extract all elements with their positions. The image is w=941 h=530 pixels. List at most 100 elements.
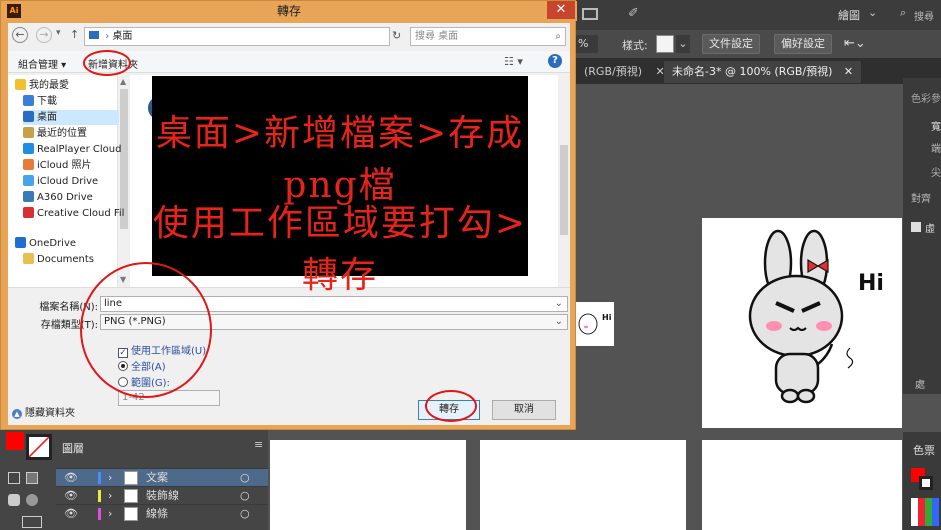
- search-icon[interactable]: ⌕: [900, 6, 906, 20]
- layer-row[interactable]: 👁 › 文案 ○: [56, 468, 268, 486]
- artboard-tool-icon[interactable]: [22, 516, 42, 528]
- eye-icon[interactable]: 👁: [64, 487, 78, 505]
- stroke-swatch[interactable]: [919, 476, 933, 490]
- nav-item[interactable]: iCloud Drive: [23, 174, 98, 189]
- nav-item[interactable]: A360 Drive: [23, 190, 93, 205]
- organize-button[interactable]: 組合管理 ▾: [18, 56, 66, 71]
- forward-icon[interactable]: →: [36, 27, 52, 43]
- filename-input[interactable]: line ⌄: [100, 296, 568, 312]
- eye-icon[interactable]: 👁: [64, 469, 78, 487]
- cancel-button[interactable]: 取消: [492, 400, 556, 420]
- search-box[interactable]: 搜尋 桌面 ⌕: [410, 27, 566, 46]
- artboard-bottom-2[interactable]: [480, 440, 686, 530]
- nav-item[interactable]: Documents: [23, 252, 94, 267]
- use-artboards-label: 使用工作區域(U): [131, 346, 207, 357]
- nav-folder-icon: [23, 175, 34, 186]
- new-folder-button[interactable]: 新增資料夾: [88, 56, 138, 71]
- view-options-icon[interactable]: ☷ ▾: [504, 55, 523, 68]
- dashed-line-checkbox[interactable]: [911, 222, 921, 232]
- stroke-color-box[interactable]: [26, 434, 52, 460]
- nav-item[interactable]: iCloud 照片: [23, 158, 92, 173]
- nav-item-label: 下載: [37, 96, 57, 107]
- style-swatch[interactable]: [656, 35, 674, 53]
- nav-item[interactable]: Creative Cloud Fil: [23, 206, 124, 221]
- draw-mode-icon[interactable]: [8, 472, 20, 484]
- target-icon[interactable]: ○: [240, 487, 250, 505]
- use-artboards-option[interactable]: ✓ 使用工作區域(U): [118, 342, 206, 358]
- workspace-grid-icon[interactable]: [582, 8, 598, 20]
- search-label[interactable]: 搜尋: [914, 8, 934, 23]
- save-button[interactable]: 轉存: [418, 400, 480, 420]
- nav-item[interactable]: 最近的位置: [23, 126, 87, 141]
- stroke-panel: 色彩參 寬 端 尖 對齊 虛 處: [903, 78, 941, 394]
- screen-mode-icon[interactable]: [26, 472, 38, 484]
- refresh-icon[interactable]: ↻: [392, 29, 401, 42]
- back-icon[interactable]: ←: [12, 27, 28, 43]
- eye-icon[interactable]: 👁: [64, 505, 78, 523]
- expand-arrow-icon[interactable]: ›: [108, 487, 112, 505]
- document-settings-button[interactable]: 文件設定: [702, 34, 760, 54]
- layer-color-chip: [98, 490, 101, 502]
- nav-item[interactable]: 我的最愛: [15, 78, 69, 93]
- target-icon[interactable]: ○: [240, 469, 250, 487]
- use-artboards-checkbox[interactable]: ✓: [118, 348, 128, 358]
- file-scroll-thumb[interactable]: [560, 145, 568, 235]
- scroll-up-icon[interactable]: ▲: [120, 77, 126, 86]
- close-button[interactable]: ✕: [547, 1, 575, 19]
- help-icon[interactable]: ?: [548, 54, 562, 68]
- range-radio[interactable]: [118, 377, 128, 387]
- artboard-small[interactable]: Hi: [576, 302, 614, 346]
- filetype-select[interactable]: PNG (*.PNG) ⌄: [100, 314, 568, 330]
- swatches-tab[interactable]: 色票: [913, 442, 935, 458]
- all-artboards-option[interactable]: 全部(A): [118, 358, 166, 373]
- close-icon[interactable]: ✕: [844, 65, 853, 78]
- up-icon[interactable]: ↑: [70, 28, 79, 41]
- layer-thumbnail: [124, 507, 138, 521]
- filetype-label: 存檔類型(T):: [40, 320, 98, 331]
- target-icon[interactable]: ○: [240, 505, 250, 523]
- artboard-bottom-1[interactable]: [270, 440, 466, 530]
- hi-text: Hi: [858, 271, 884, 296]
- stroke-weight-label: 寬: [931, 122, 941, 133]
- arrange-icon[interactable]: ⇤⌄: [844, 36, 866, 51]
- scroll-down-icon[interactable]: ▼: [120, 275, 126, 284]
- nav-item[interactable]: 下載: [23, 94, 57, 109]
- preferences-button[interactable]: 偏好設定: [774, 34, 832, 54]
- fill-color-box[interactable]: [6, 432, 24, 450]
- workspace-switcher[interactable]: 繪圖: [838, 7, 860, 23]
- nav-scrollbar[interactable]: ▲ ▼: [118, 75, 130, 287]
- expand-arrow-icon[interactable]: ›: [108, 469, 112, 487]
- layer-name[interactable]: 線條: [146, 505, 168, 523]
- path-segment[interactable]: 桌面: [112, 31, 132, 42]
- layer-name[interactable]: 裝飾線: [146, 487, 179, 505]
- layer-row[interactable]: 👁 › 線條 ○: [56, 504, 268, 522]
- swatch-grid[interactable]: [911, 498, 939, 526]
- stroke-align-label: 對齊: [911, 194, 931, 205]
- tab-document-2[interactable]: (RGB/預視) ✕: [576, 61, 673, 83]
- layers-tab[interactable]: 圖層: [62, 440, 84, 456]
- recent-chevron-icon[interactable]: ▾: [56, 28, 61, 38]
- path-box[interactable]: › 桌面: [84, 27, 390, 46]
- nav-item[interactable]: OneDrive: [15, 236, 76, 251]
- range-option[interactable]: 範圍(G):: [118, 374, 170, 389]
- panel-menu-icon[interactable]: ≡: [254, 438, 263, 451]
- tool-icon[interactable]: [26, 494, 38, 506]
- nav-item[interactable]: RealPlayer Cloud: [23, 142, 121, 157]
- artboard-bottom-3[interactable]: [702, 440, 902, 530]
- gpu-icon[interactable]: ✐: [628, 6, 639, 21]
- tab-document-3[interactable]: 未命名-3* @ 100% (RGB/預視) ✕: [664, 61, 862, 83]
- hide-folders-toggle[interactable]: ▲ 隱藏資料夾: [12, 404, 75, 419]
- layer-row[interactable]: 👁 › 裝飾線 ○: [56, 486, 268, 504]
- nav-folder-icon: [15, 79, 26, 90]
- nav-items: 我的最愛下載桌面 最近的位置 RealPlayer Cloud iCloud 照片 iC…: [7, 74, 124, 286]
- tool-icon[interactable]: [8, 494, 20, 506]
- nav-item[interactable]: 桌面: [23, 110, 119, 125]
- all-radio[interactable]: [118, 361, 128, 371]
- canvas-area[interactable]: Hi Hi: [270, 84, 902, 530]
- style-dropdown[interactable]: ⌄: [676, 35, 690, 53]
- layer-name[interactable]: 文案: [146, 469, 168, 487]
- expand-arrow-icon[interactable]: ›: [108, 505, 112, 523]
- nav-item-label: Creative Cloud Fil: [37, 208, 125, 219]
- artboard-main[interactable]: Hi: [702, 218, 902, 428]
- range-input[interactable]: 1-42: [118, 390, 220, 406]
